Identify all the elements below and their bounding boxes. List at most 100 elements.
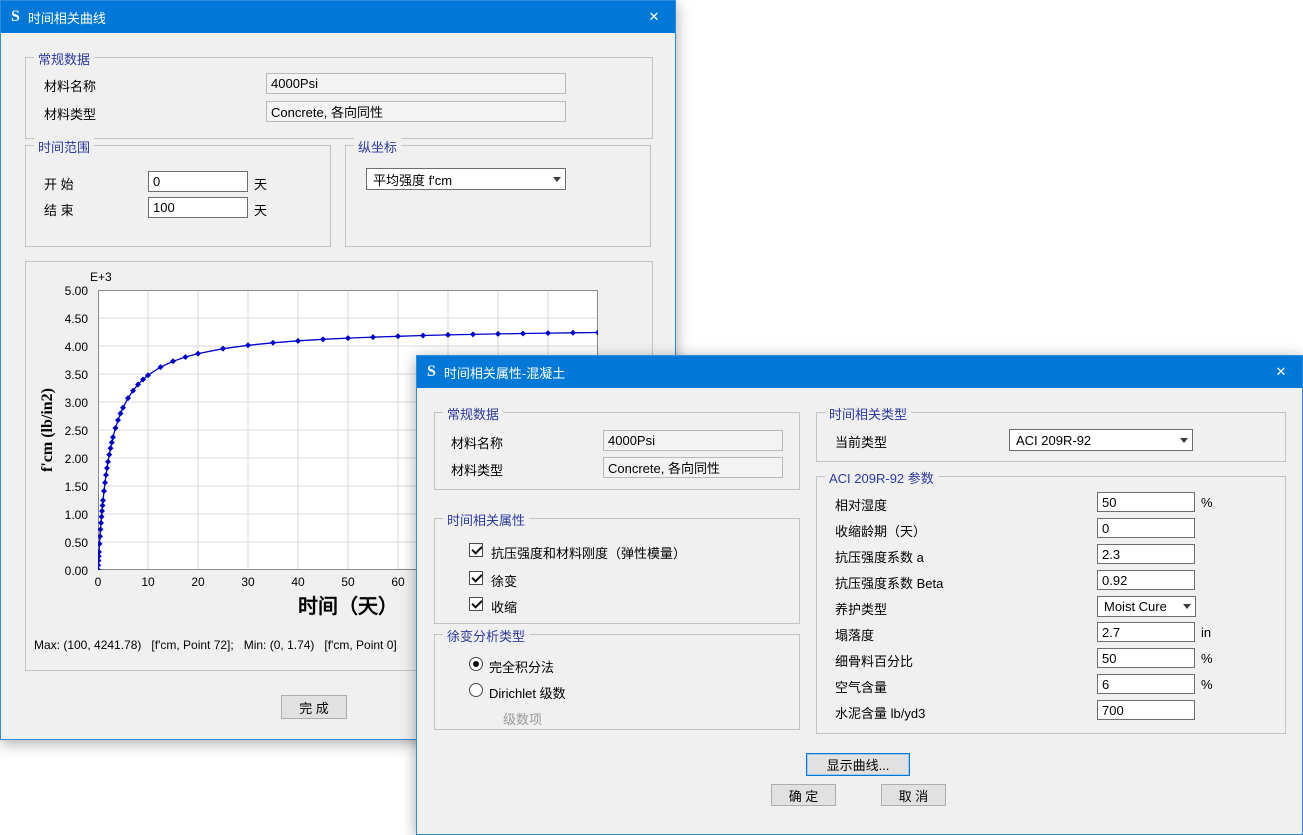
y-tick-label: 0.50 (65, 536, 88, 550)
air-content-unit: % (1201, 677, 1213, 692)
x-tick-label: 40 (291, 575, 304, 589)
x-tick-label: 60 (391, 575, 404, 589)
y-tick-label: 3.00 (65, 396, 88, 410)
shrinkage-age-input[interactable] (1097, 518, 1195, 538)
start-label: 开 始 (44, 174, 74, 193)
fine-aggregate-unit: % (1201, 651, 1213, 666)
group-title: 时间相关类型 (825, 404, 911, 423)
sap2000-logo-icon: S (427, 363, 436, 381)
chevron-down-icon (1180, 438, 1188, 443)
cure-type-select[interactable]: Moist Cure (1097, 596, 1196, 617)
x-tick-label: 0 (95, 575, 102, 589)
strength-coeff-a-input[interactable] (1097, 544, 1195, 564)
dirichlet-series-radio[interactable] (469, 683, 483, 697)
general-data-group: 常规数据 材料名称 材料类型 (25, 57, 653, 139)
time-dependent-properties-dialog: S 时间相关属性-混凝土 ✕ 常规数据 材料名称 材料类型 时间相关属性 抗压强… (416, 355, 1303, 835)
general-data-group: 常规数据 材料名称 材料类型 (434, 412, 800, 490)
full-integration-radio[interactable] (469, 657, 483, 671)
full-integration-label: 完全积分法 (489, 657, 554, 676)
air-content-label: 空气含量 (835, 677, 887, 696)
cancel-button[interactable]: 取 消 (881, 784, 946, 806)
props-dialog-title: 时间相关属性-混凝土 (444, 363, 565, 382)
y-axis-multiplier-label: E+3 (90, 270, 112, 284)
shrinkage-age-label: 收缩龄期（天） (835, 521, 926, 540)
vertical-axis-group: 纵坐标 平均强度 f'cm (345, 145, 651, 247)
current-type-label: 当前类型 (835, 432, 887, 451)
slump-input[interactable] (1097, 622, 1195, 642)
strength-stiffness-checkbox[interactable] (469, 543, 483, 557)
creep-analysis-type-group: 徐变分析类型 完全积分法 Dirichlet 级数 级数项 (434, 634, 800, 730)
group-title: 徐变分析类型 (443, 626, 529, 645)
done-button[interactable]: 完 成 (281, 695, 347, 719)
shrinkage-checkbox[interactable] (469, 597, 483, 611)
material-type-field (266, 101, 566, 122)
relative-humidity-input[interactable] (1097, 492, 1195, 512)
slump-unit: in (1201, 625, 1211, 640)
vertical-axis-selected-value: 平均强度 f'cm (373, 170, 549, 189)
creep-label: 徐变 (491, 571, 517, 590)
fine-aggregate-input[interactable] (1097, 648, 1195, 668)
material-name-field (266, 73, 566, 94)
group-title: 纵坐标 (354, 137, 401, 156)
relative-humidity-unit: % (1201, 495, 1213, 510)
shrinkage-label: 收缩 (491, 597, 517, 616)
end-label: 结 束 (44, 200, 74, 219)
x-tick-label: 50 (341, 575, 354, 589)
relative-humidity-label: 相对湿度 (835, 495, 887, 514)
vertical-axis-select[interactable]: 平均强度 f'cm (366, 168, 566, 190)
cure-type-label: 养护类型 (835, 599, 887, 618)
current-type-selected-value: ACI 209R-92 (1016, 433, 1176, 448)
cement-content-input[interactable] (1097, 700, 1195, 720)
y-tick-label: 4.00 (65, 340, 88, 354)
y-tick-label: 5.00 (65, 284, 88, 298)
ok-button[interactable]: 确 定 (771, 784, 836, 806)
y-axis-tick-labels: 0.000.501.001.502.002.503.003.504.004.50… (38, 290, 92, 582)
y-tick-label: 2.00 (65, 452, 88, 466)
end-day-unit-label: 天 (254, 200, 267, 219)
y-tick-label: 2.50 (65, 424, 88, 438)
props-dialog-titlebar[interactable]: S 时间相关属性-混凝土 ✕ (417, 356, 1302, 388)
start-day-input[interactable] (148, 171, 248, 192)
current-type-select[interactable]: ACI 209R-92 (1009, 429, 1193, 451)
y-tick-label: 0.00 (65, 564, 88, 578)
strength-coeff-beta-label: 抗压强度系数 Beta (835, 573, 943, 592)
x-tick-label: 20 (191, 575, 204, 589)
close-icon[interactable]: ✕ (1260, 356, 1302, 388)
end-day-input[interactable] (148, 197, 248, 218)
group-title: 时间范围 (34, 137, 94, 156)
material-name-label: 材料名称 (44, 76, 96, 95)
y-tick-label: 1.00 (65, 508, 88, 522)
chevron-down-icon (553, 177, 561, 182)
material-name-field (603, 430, 783, 451)
desktop: S 时间相关曲线 ✕ 常规数据 材料名称 材料类型 时间范围 开 始 天 结 束… (0, 0, 1303, 835)
show-curve-button[interactable]: 显示曲线... (806, 753, 910, 776)
start-day-unit-label: 天 (254, 174, 267, 193)
creep-checkbox[interactable] (469, 571, 483, 585)
chevron-down-icon (1183, 604, 1191, 609)
material-type-field (603, 457, 783, 478)
strength-coeff-beta-input[interactable] (1097, 570, 1195, 590)
strength-coeff-a-label: 抗压强度系数 a (835, 547, 924, 566)
x-tick-label: 30 (241, 575, 254, 589)
group-title: 常规数据 (443, 404, 503, 423)
curve-dialog-title: 时间相关曲线 (28, 8, 106, 27)
time-dependent-props-group: 时间相关属性 抗压强度和材料刚度（弹性模量） 徐变 收缩 (434, 518, 800, 624)
material-type-label: 材料类型 (451, 460, 503, 479)
aci-parameters-group: ACI 209R-92 参数 相对湿度 % 收缩龄期（天） 抗压强度系数 a 抗… (816, 476, 1286, 734)
cure-type-selected-value: Moist Cure (1104, 599, 1179, 614)
time-dependent-type-group: 时间相关类型 当前类型 ACI 209R-92 (816, 412, 1286, 462)
cement-content-label: 水泥含量 lb/yd3 (835, 703, 925, 722)
sap2000-logo-icon: S (11, 8, 20, 26)
close-icon[interactable]: ✕ (633, 1, 675, 33)
dirichlet-series-label: Dirichlet 级数 (489, 683, 566, 702)
group-title: 常规数据 (34, 49, 94, 68)
air-content-input[interactable] (1097, 674, 1195, 694)
curve-dialog-titlebar[interactable]: S 时间相关曲线 ✕ (1, 1, 675, 33)
y-tick-label: 1.50 (65, 480, 88, 494)
group-title: ACI 209R-92 参数 (825, 468, 938, 487)
slump-label: 塌落度 (835, 625, 874, 644)
strength-stiffness-label: 抗压强度和材料刚度（弹性模量） (491, 543, 686, 562)
x-tick-label: 10 (141, 575, 154, 589)
curve-minmax-stats: Max: (100, 4241.78) [f'cm, Point 72]; Mi… (34, 638, 397, 652)
props-dialog-body: 常规数据 材料名称 材料类型 时间相关属性 抗压强度和材料刚度（弹性模量） 徐变… (417, 388, 1302, 834)
